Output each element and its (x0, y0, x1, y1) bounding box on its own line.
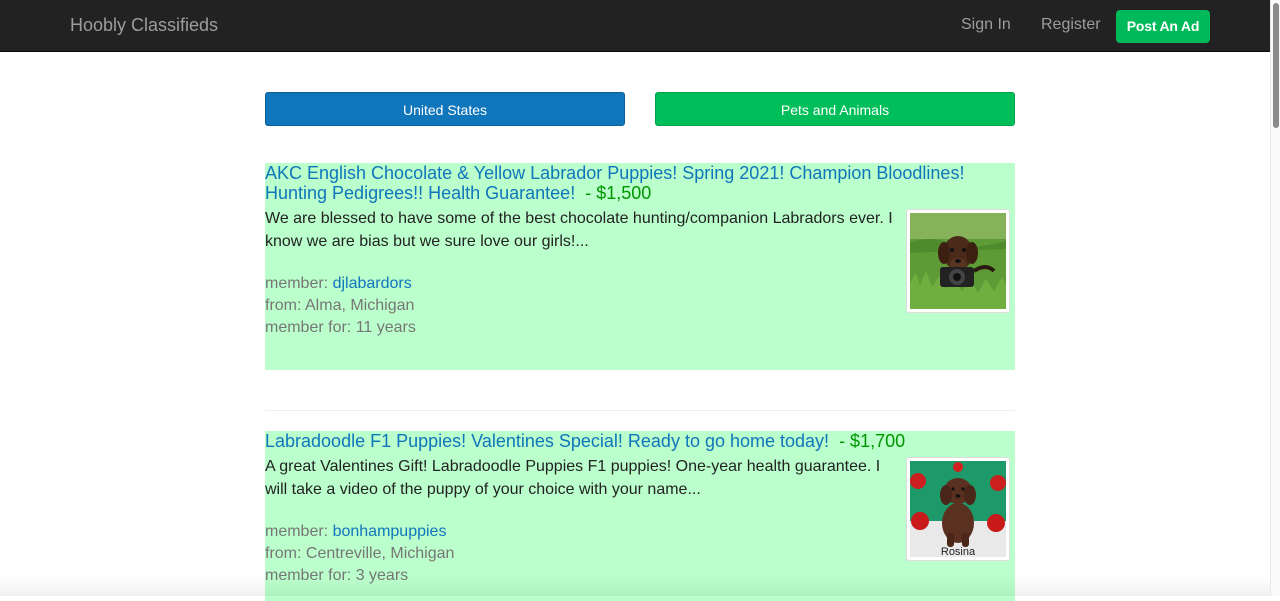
member-label: member: (265, 275, 333, 292)
post-an-ad-button[interactable]: Post An Ad (1116, 10, 1210, 43)
listing-price: - $1,500 (585, 183, 652, 203)
labradoodle-puppy-photo-icon: Rosina (910, 461, 1006, 557)
vertical-scrollbar[interactable] (1270, 0, 1280, 596)
listing-description: A great Valentines Gift! Labradoodle Pup… (265, 458, 881, 498)
country-filter-button[interactable]: United States (265, 92, 625, 126)
sign-in-link[interactable]: Sign In (961, 16, 1011, 34)
listing-location: from: Centreville, Michigan (265, 545, 455, 562)
listing-thumbnail[interactable]: Rosina (906, 457, 1010, 561)
puppy-with-camera-photo-icon (910, 213, 1006, 309)
member-link[interactable]: bonhampuppies (333, 523, 447, 540)
scrollbar-thumb[interactable] (1273, 3, 1279, 128)
listing-title: Labradoodle F1 Puppies! Valentines Speci… (265, 431, 1015, 451)
listing-member: member: djlabardors (265, 273, 412, 295)
brand-link[interactable]: Hoobly Classifieds (70, 15, 218, 36)
listing-member-duration: member for: 11 years (265, 319, 416, 336)
member-label: member: (265, 523, 333, 540)
listing-title-link[interactable]: Labradoodle F1 Puppies! Valentines Speci… (265, 431, 829, 451)
listing-thumbnail[interactable] (906, 209, 1010, 313)
listing-price: - $1,700 (839, 431, 906, 451)
listing-member: member: bonhampuppies (265, 521, 446, 543)
thumbnail-caption: Rosina (941, 546, 976, 557)
category-filter-button[interactable]: Pets and Animals (655, 92, 1015, 126)
listing-title: AKC English Chocolate & Yellow Labrador … (265, 163, 1015, 203)
listing-item: AKC English Chocolate & Yellow Labrador … (265, 163, 1015, 370)
register-link[interactable]: Register (1041, 16, 1101, 34)
member-link[interactable]: djlabardors (333, 275, 412, 292)
listing-location: from: Alma, Michigan (265, 297, 415, 314)
top-navbar: Hoobly Classifieds Sign In Register Post… (0, 0, 1270, 52)
listing-divider (265, 410, 1015, 411)
bottom-shadow (0, 576, 1270, 596)
listing-description: We are blessed to have some of the best … (265, 210, 893, 250)
